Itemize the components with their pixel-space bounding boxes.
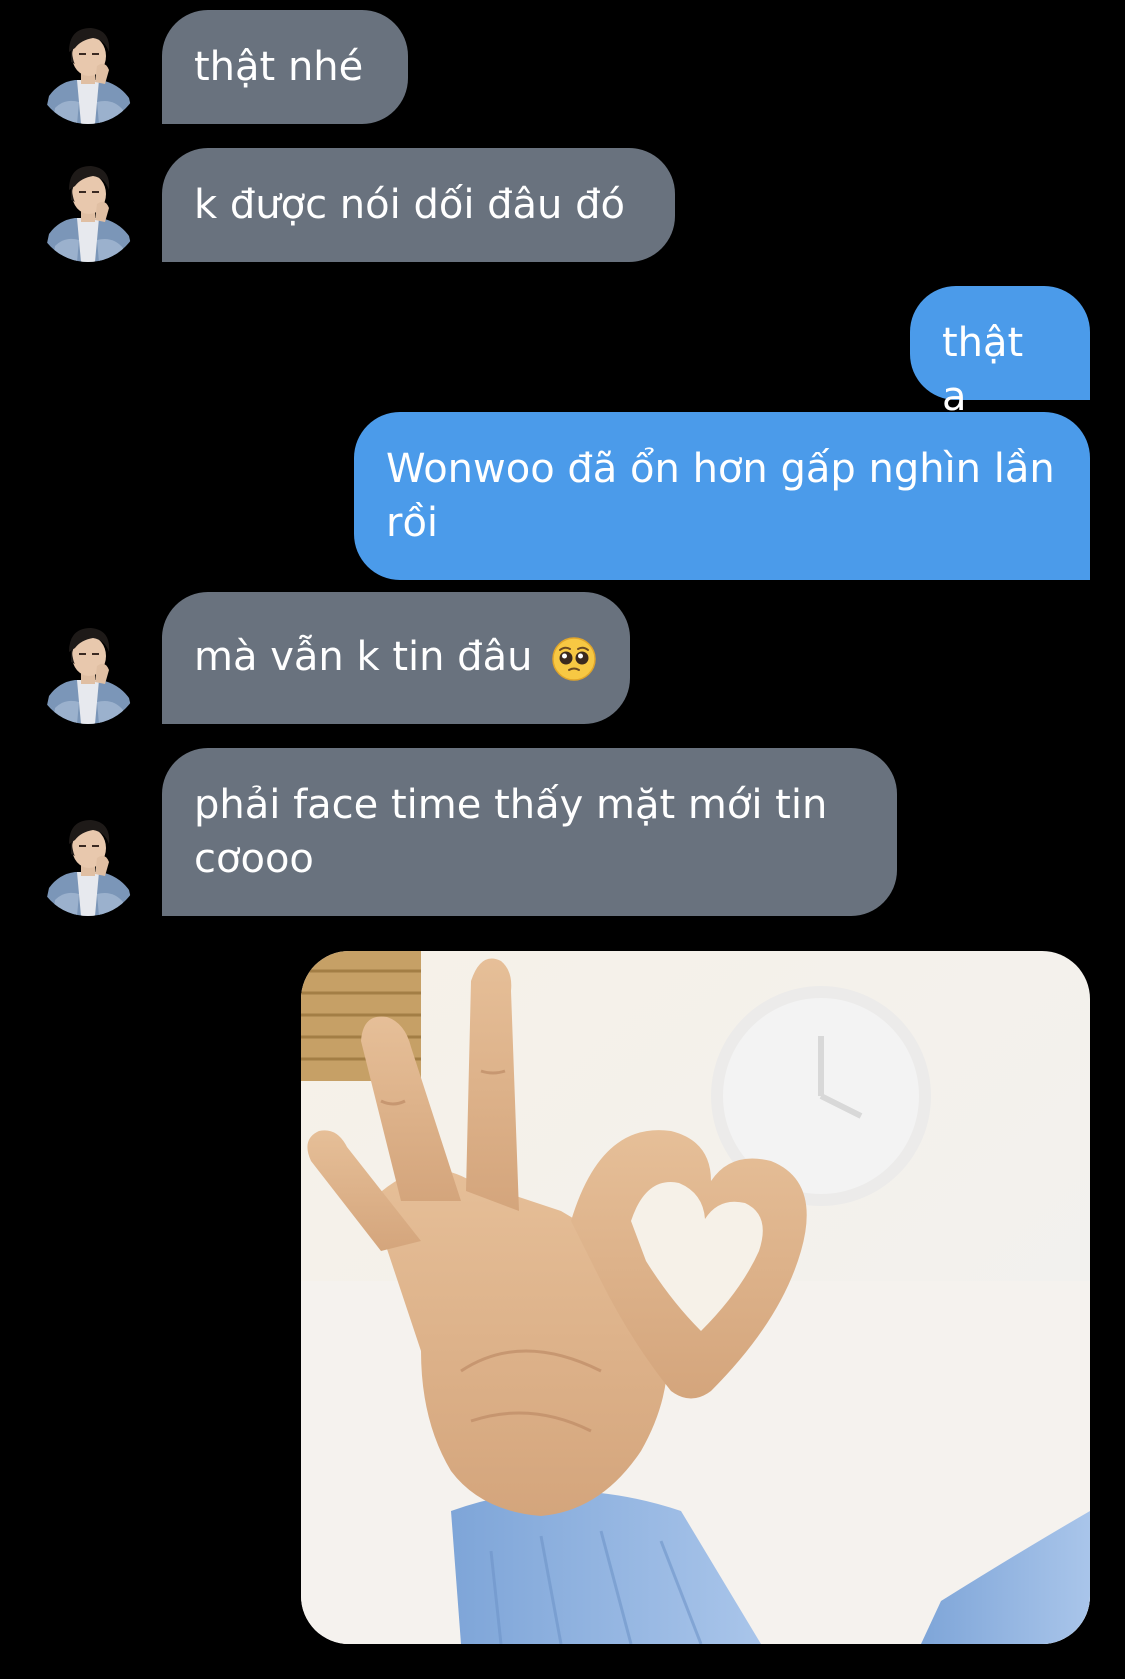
incoming-message-bubble[interactable]: mà vẫn k tin đâu: [162, 592, 630, 724]
contact-avatar[interactable]: [35, 156, 141, 262]
message-text: mà vẫn k tin đâu: [194, 634, 533, 680]
message-text: thật ạ: [942, 320, 1024, 420]
contact-avatar[interactable]: [35, 810, 141, 916]
contact-avatar[interactable]: [35, 618, 141, 724]
message-text: phải face time thấy mặt mới tin cơooo: [194, 782, 828, 882]
incoming-message-bubble[interactable]: thật nhé: [162, 10, 408, 124]
photo-attachment[interactable]: [301, 951, 1090, 1644]
heart-hand-photo-icon: [301, 951, 1090, 1644]
incoming-message-bubble[interactable]: phải face time thấy mặt mới tin cơooo: [162, 748, 897, 916]
contact-avatar[interactable]: [35, 18, 141, 124]
incoming-message-bubble[interactable]: k được nói dối đâu đó: [162, 148, 675, 262]
message-text: k được nói dối đâu đó: [194, 182, 625, 228]
message-text: thật nhé: [194, 44, 364, 90]
message-text: Wonwoo đã ổn hơn gấp nghìn lần rồi: [386, 446, 1055, 546]
pleading-face-emoji-icon: [552, 637, 596, 681]
outgoing-message-bubble[interactable]: thật ạ: [910, 286, 1090, 420]
outgoing-message-bubble[interactable]: Wonwoo đã ổn hơn gấp nghìn lần rồi: [354, 412, 1090, 580]
